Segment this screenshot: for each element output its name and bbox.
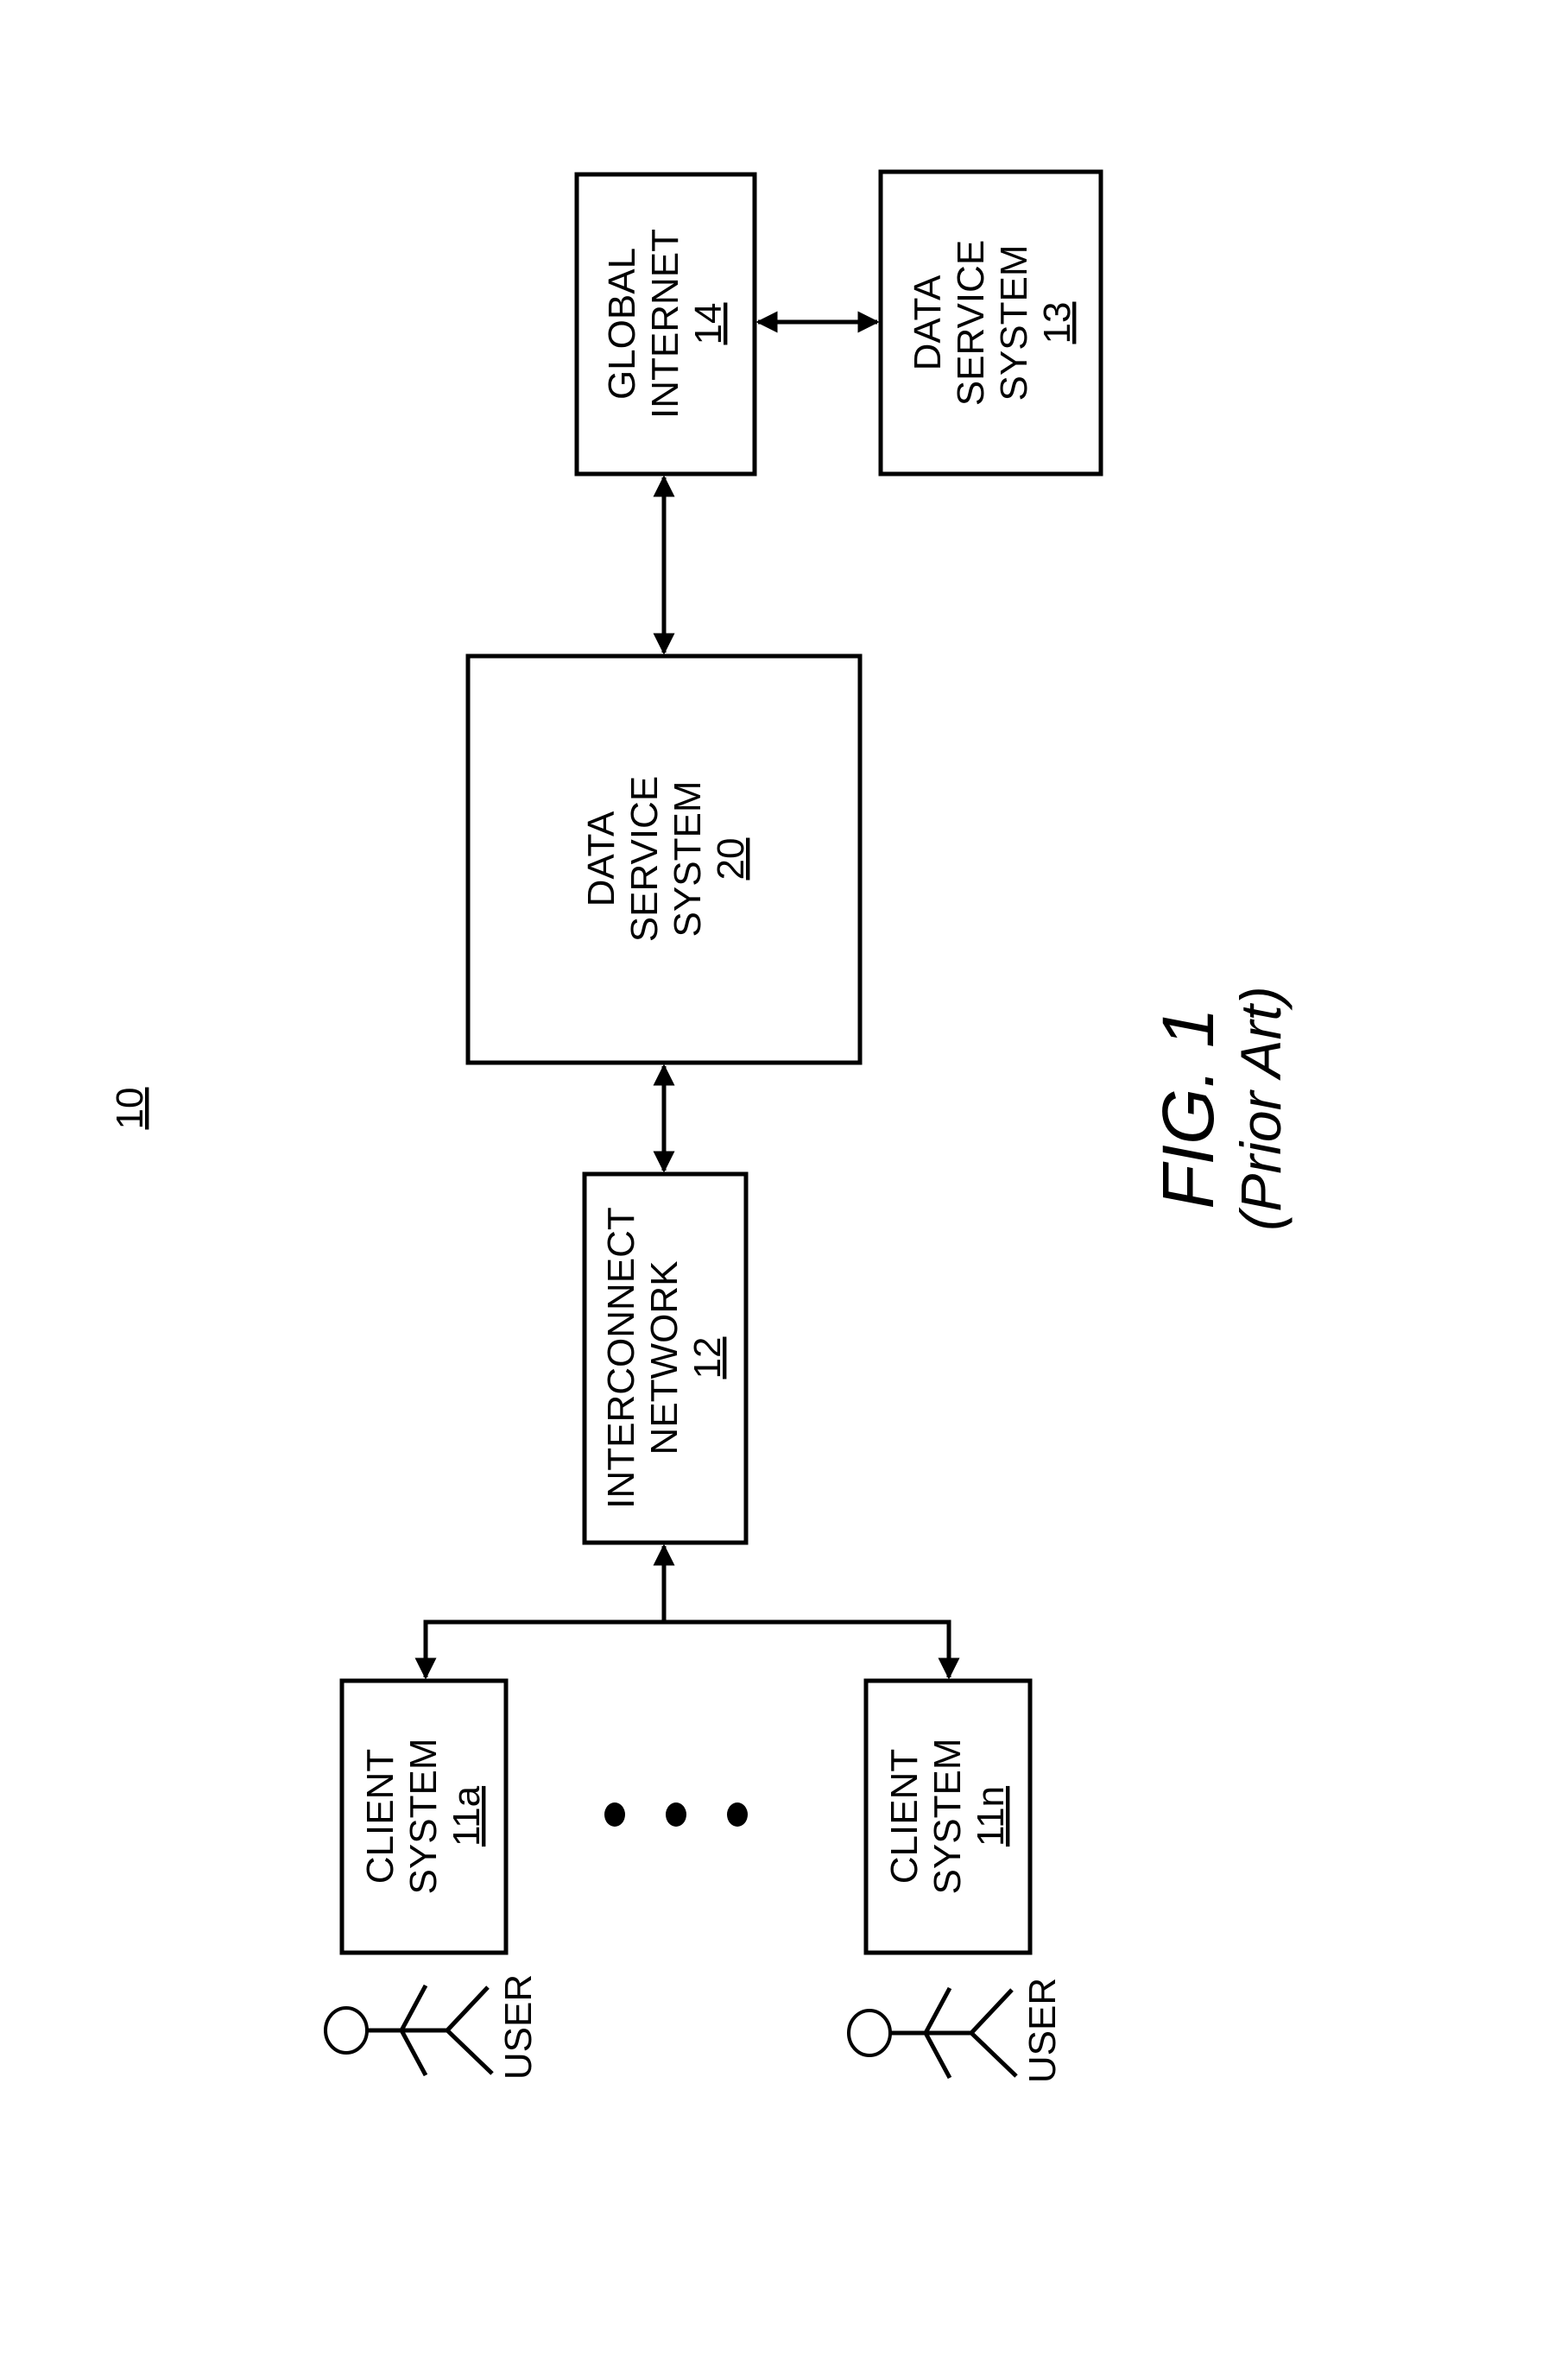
patent-figure: 10 GLOBAL INTERNET 14 DATA SERVICE SYSTE… (109, 169, 1293, 2083)
figure-subtitle: (Prior Art) (1229, 986, 1293, 1231)
dss20-line3: SYSTEM (667, 781, 709, 937)
dss13-line2: SERVICE (950, 240, 992, 406)
client-n-line2: SYSTEM (926, 1739, 969, 1895)
global-internet-block: GLOBAL INTERNET 14 (574, 172, 757, 477)
dss13-line1: DATA (907, 275, 949, 370)
ellipsis-dots (604, 1802, 748, 1827)
client-n-line1: CLIENT (883, 1749, 926, 1884)
client-system-11a-block: CLIENT SYSTEM 11a (339, 1678, 509, 1955)
user-icon (847, 1986, 1018, 2080)
branch-connector (414, 1544, 960, 1680)
user-n-figure: USER (847, 1978, 1064, 2083)
user-n-label: USER (1021, 1978, 1064, 2083)
data-service-system-20-block: DATA SERVICE SYSTEM 20 (465, 653, 863, 1065)
dss13-line3: SYSTEM (993, 245, 1035, 401)
client-a-line1: CLIENT (359, 1749, 401, 1884)
dss20-line1: DATA (580, 811, 623, 906)
user-a-label: USER (497, 1974, 540, 2080)
client-n-ref: 11n (970, 1786, 1012, 1847)
dss20-line2: SERVICE (623, 776, 666, 942)
user-a-figure: USER (324, 1974, 540, 2080)
client-a-ref: 11a (446, 1785, 488, 1847)
figure-title: FIG. 1 (1147, 1007, 1229, 1209)
interconnect-ref: 12 (686, 1337, 729, 1379)
client-a-line2: SYSTEM (402, 1739, 445, 1895)
global-internet-ref: 14 (687, 303, 730, 345)
interconnect-line1: INTERCONNECT (600, 1207, 642, 1509)
data-service-system-13-block: DATA SERVICE SYSTEM 13 (878, 169, 1103, 477)
dss20-ref: 20 (710, 838, 752, 881)
client-system-11n-block: CLIENT SYSTEM 11n (863, 1678, 1033, 1955)
global-internet-line1: GLOBAL (601, 248, 643, 400)
global-internet-line2: INTERNET (644, 229, 686, 419)
user-icon (324, 1984, 494, 2077)
figure-caption: FIG. 1 (Prior Art) (1147, 986, 1293, 1231)
figure-reference-number: 10 (109, 1088, 151, 1130)
dss13-ref: 13 (1036, 302, 1078, 344)
interconnect-network-block: INTERCONNECT NETWORK 12 (582, 1171, 749, 1545)
interconnect-line2: NETWORK (643, 1261, 686, 1455)
